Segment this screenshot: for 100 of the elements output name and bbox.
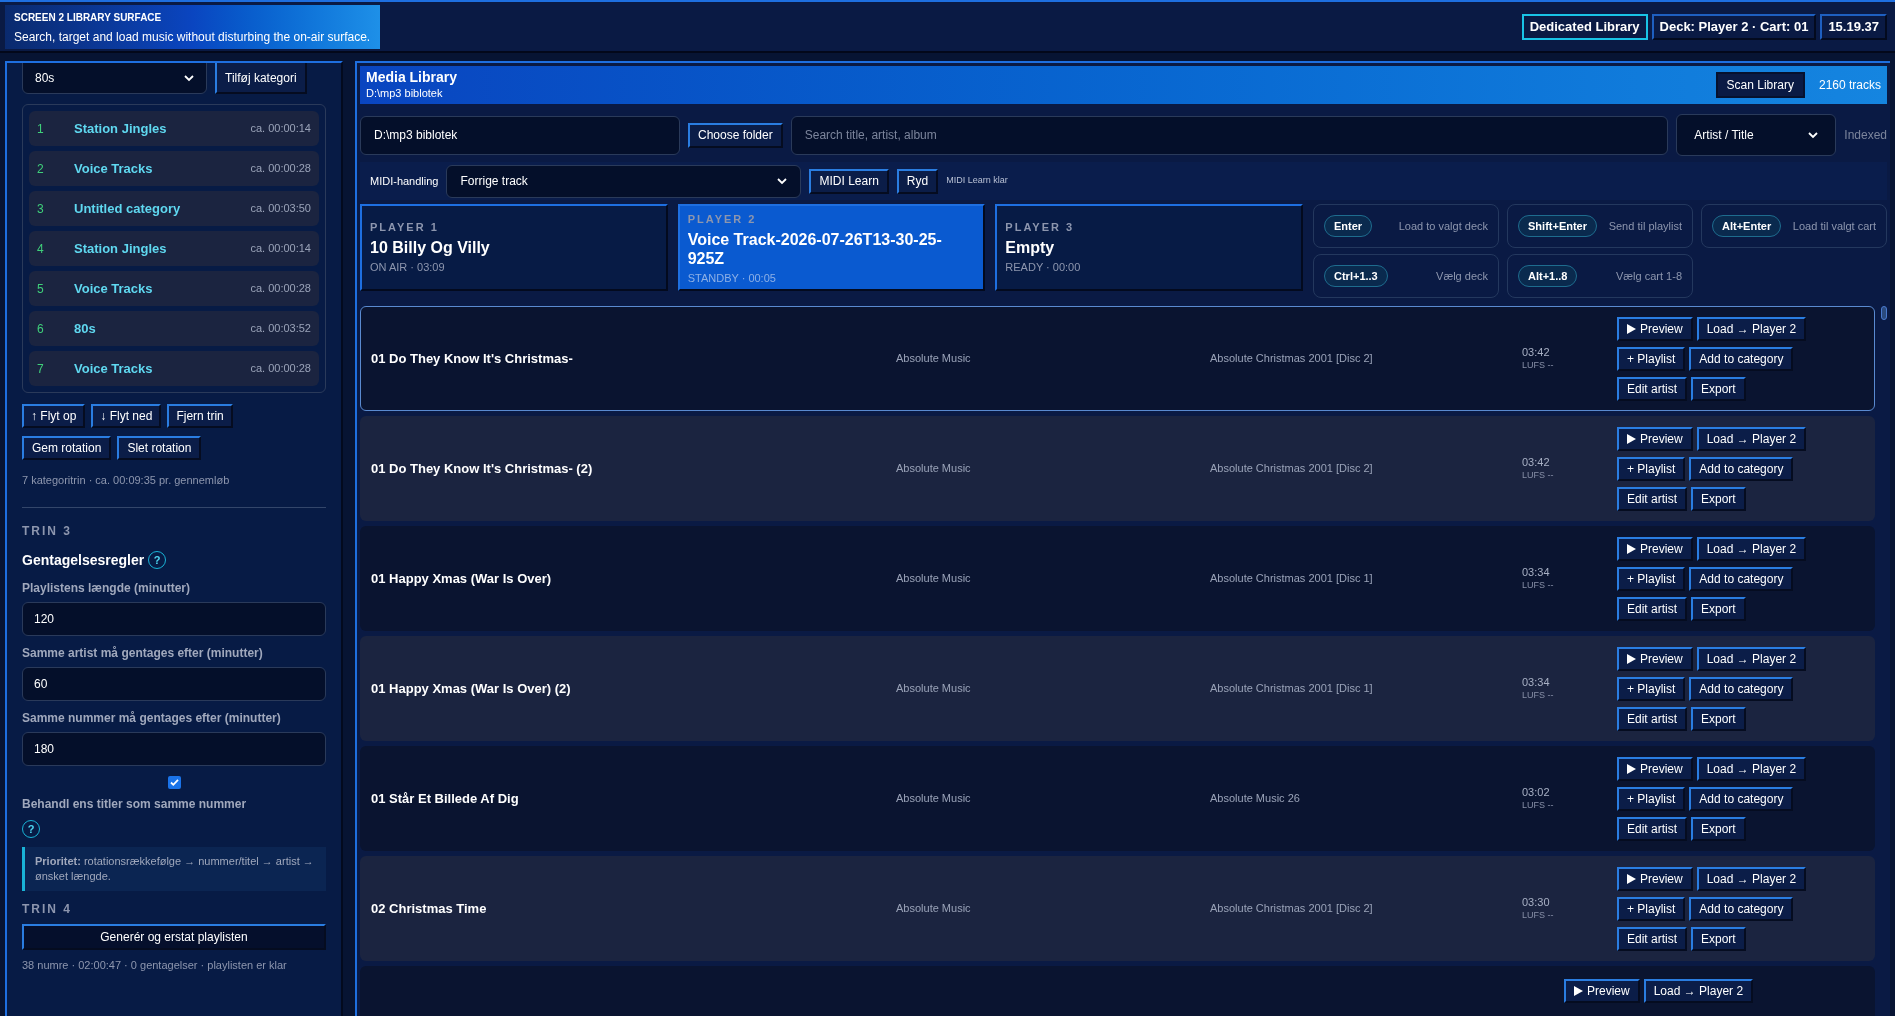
clear-button[interactable]: Ryd xyxy=(896,168,939,194)
track-artist: Absolute Music xyxy=(896,351,972,367)
preview-button[interactable]: Preview xyxy=(1617,426,1693,451)
rotation-item[interactable]: 6 80s ca. 00:03:52 xyxy=(29,311,319,346)
choose-folder-button[interactable]: Choose folder xyxy=(688,122,783,148)
action-button[interactable]: + Playlist xyxy=(1617,896,1686,921)
generate-button[interactable]: Generér og erstat playlisten xyxy=(22,923,326,950)
action-button[interactable]: Load → Player 2 xyxy=(1696,866,1807,891)
action-button[interactable]: + Playlist xyxy=(1617,786,1686,811)
checkbox[interactable] xyxy=(167,775,181,789)
action-button[interactable]: + Playlist xyxy=(1617,456,1686,481)
rotation-button[interactable]: Gem rotation xyxy=(22,436,112,460)
action-button[interactable]: Export xyxy=(1691,926,1746,951)
action-button[interactable]: Add to category xyxy=(1689,566,1794,591)
action-button[interactable]: Add to category xyxy=(1689,676,1794,701)
midi-learn-button[interactable]: MIDI Learn xyxy=(809,168,889,194)
track-row[interactable]: 01 Do They Know It's Christmas- Absolute Music Absolute Christmas 2001 [Disc 2] 03:42 LUFS -- Preview Load → Player 2 + Playlist Add to category Edit artist Export xyxy=(360,306,1875,411)
lufs-reading: LUFS -- xyxy=(1522,909,1555,921)
search-field[interactable]: Search title, artist, album xyxy=(790,115,1669,155)
action-button[interactable]: Add to category xyxy=(1689,346,1794,371)
action-button[interactable]: Add to category xyxy=(1689,896,1794,921)
action-button[interactable]: Export xyxy=(1691,486,1746,511)
preview-button[interactable]: Preview xyxy=(1617,646,1693,671)
step-button[interactable]: ↓ Flyt ned xyxy=(91,404,162,428)
rotation-button[interactable]: Slet rotation xyxy=(117,436,202,460)
action-button[interactable]: + Playlist xyxy=(1617,676,1686,701)
action-button[interactable]: Edit artist xyxy=(1617,706,1687,731)
track-row[interactable]: 01 Do They Know It's Christmas- (2) Absolute Music Absolute Christmas 2001 [Disc 2] 03:42 LUFS -- Preview Load → Player 2 + Playlist Add to category Edit artist Export xyxy=(360,416,1875,521)
player-card[interactable]: PLAYER 3 Empty READY · 00:00 xyxy=(995,204,1303,291)
track-duration: 03:42 xyxy=(1522,346,1551,360)
midi-status: MIDI Learn klar xyxy=(946,174,1008,188)
preview-button[interactable]: Preview xyxy=(1617,536,1693,561)
action-button[interactable]: Add to category xyxy=(1689,786,1794,811)
player-card[interactable]: PLAYER 1 10 Billy Og Villy ON AIR · 03:09 xyxy=(360,204,668,291)
rotation-item[interactable]: 5 Voice Tracks ca. 00:00:28 xyxy=(29,271,319,306)
number-field[interactable]: 60 xyxy=(22,666,326,701)
action-button[interactable]: Export xyxy=(1691,596,1746,621)
rotation-item[interactable]: 1 Station Jingles ca. 00:00:14 xyxy=(29,111,319,146)
action-button[interactable]: Edit artist xyxy=(1617,596,1687,621)
track-row[interactable]: 02 Christmas Time Absolute Music Absolute Christmas 2001 [Disc 2] 03:30 LUFS -- Preview Load → Player 2 + Playlist Add to category Edit artist Export xyxy=(360,856,1875,961)
player-card[interactable]: PLAYER 2 Voice Track-2026-07-26T13-30-25-925Z STANDBY · 00:05 xyxy=(677,204,986,291)
index-status: Indexed xyxy=(1844,127,1887,144)
track-row[interactable]: 01 Happy Xmas (War Is Over) (2) Absolute Music Absolute Christmas 2001 [Disc 1] 03:34 LUFS -- Preview Load → Player 2 + Playlist Add to category Edit artist Export xyxy=(360,636,1875,741)
step-button[interactable]: Fjern trin xyxy=(167,404,233,428)
action-button[interactable]: Load → Player 2 xyxy=(1696,646,1807,671)
category-duration: ca. 00:03:52 xyxy=(250,321,311,337)
key-chip: Ctrl+1..3 xyxy=(1324,265,1388,287)
category-duration: ca. 00:00:28 xyxy=(250,281,311,297)
rotation-item[interactable]: 4 Station Jingles ca. 00:00:14 xyxy=(29,231,319,266)
track-duration: 03:42 xyxy=(1522,456,1551,470)
action-button[interactable]: Export xyxy=(1691,816,1746,841)
action-button[interactable]: Add to category xyxy=(1689,456,1794,481)
shortcut-description: Vælg cart 1-8 xyxy=(1614,269,1682,283)
action-button[interactable]: Export xyxy=(1691,376,1746,401)
scan-library-button[interactable]: Scan Library xyxy=(1715,72,1805,98)
category-duration: ca. 00:00:28 xyxy=(250,361,311,377)
action-button[interactable]: Load → Player 2 xyxy=(1696,426,1807,451)
action-button[interactable]: Load → Player 2 xyxy=(1696,536,1807,561)
sort-select[interactable]: Artist / Title xyxy=(1676,114,1837,156)
track-album: Absolute Music 26 xyxy=(1210,791,1301,807)
category-select[interactable]: 80s xyxy=(22,63,207,94)
track-row[interactable]: 01 Happy Xmas (War Is Over) Absolute Music Absolute Christmas 2001 [Disc 1] 03:34 LUFS -- Preview Load → Player 2 + Playlist Add to category Edit artist Export xyxy=(360,526,1875,631)
number-field[interactable]: 120 xyxy=(22,601,326,636)
number-field[interactable]: 180 xyxy=(22,731,326,766)
track-artist: Absolute Music xyxy=(896,901,972,917)
action-button[interactable]: Edit artist xyxy=(1617,816,1687,841)
track-row[interactable]: Preview Load → Player 2 xyxy=(360,966,1875,1016)
player-status: STANDBY · 00:05 xyxy=(687,270,777,286)
player-status: READY · 00:00 xyxy=(1005,259,1082,275)
add-category-button[interactable]: Tilføj kategori xyxy=(215,63,307,94)
preview-button[interactable]: Preview xyxy=(1617,316,1693,341)
action-button[interactable]: + Playlist xyxy=(1617,566,1686,591)
scrollbar-thumb xyxy=(1881,306,1887,320)
player-label: PLAYER 1 xyxy=(370,220,440,235)
rotation-item[interactable]: 2 Voice Tracks ca. 00:00:28 xyxy=(29,151,319,186)
action-button[interactable]: Edit artist xyxy=(1617,376,1687,401)
track-row[interactable]: 01 Står Et Billede Af Dig Absolute Music Absolute Music 26 03:02 LUFS -- Preview Load → Player 2 + Playlist Add to category Edit artist Export xyxy=(360,746,1875,851)
action-button[interactable]: + Playlist xyxy=(1617,346,1686,371)
category-duration: ca. 00:00:28 xyxy=(250,161,311,177)
library-path: D:\mp3 biblotek xyxy=(366,86,444,101)
step-button[interactable]: ↑ Flyt op xyxy=(22,404,86,428)
track-album: Absolute Christmas 2001 [Disc 2] xyxy=(1210,901,1374,917)
rotation-item[interactable]: 7 Voice Tracks ca. 00:00:28 xyxy=(29,351,319,386)
midi-action-select[interactable]: Forrige track xyxy=(446,164,802,198)
step-number: 6 xyxy=(37,320,45,338)
play-icon xyxy=(1627,543,1636,554)
preview-button[interactable]: Preview xyxy=(1564,979,1640,1003)
action-button[interactable]: Edit artist xyxy=(1617,926,1687,951)
folder-field[interactable]: D:\mp3 biblotek xyxy=(360,115,680,155)
screen-label: SCREEN 2 LIBRARY SURFACE xyxy=(14,11,163,25)
status-badge: 15.19.37 xyxy=(1820,14,1887,40)
action-button[interactable]: Export xyxy=(1691,706,1746,731)
action-button[interactable]: Load → Player 2 xyxy=(1696,316,1807,341)
track-title: 01 Happy Xmas (War Is Over) xyxy=(371,569,553,588)
rotation-item[interactable]: 3 Untitled category ca. 00:03:50 xyxy=(29,191,319,226)
preview-button[interactable]: Preview xyxy=(1617,756,1693,781)
preview-button[interactable]: Preview xyxy=(1617,866,1693,891)
action-button[interactable]: Load → Player 2 xyxy=(1643,979,1754,1003)
action-button[interactable]: Edit artist xyxy=(1617,486,1687,511)
action-button[interactable]: Load → Player 2 xyxy=(1696,756,1807,781)
